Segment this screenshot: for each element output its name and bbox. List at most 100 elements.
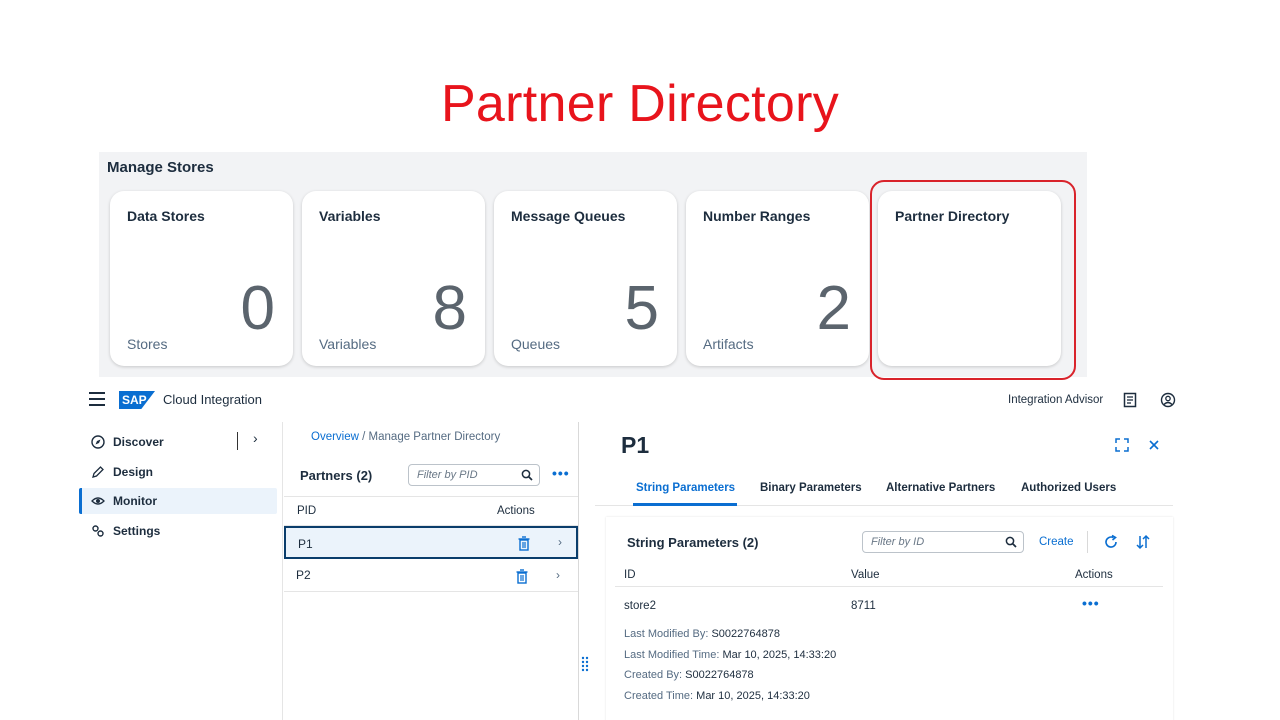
create-button[interactable]: Create [1039, 536, 1074, 548]
filter-pid-placeholder: Filter by PID [417, 469, 478, 481]
nav-label: Design [113, 465, 154, 479]
close-icon[interactable] [1147, 438, 1161, 452]
navigate-chevron-icon[interactable]: › [558, 535, 562, 549]
column-header-actions: Actions [497, 505, 535, 517]
highlight-rectangle [870, 180, 1076, 380]
header-divider [615, 586, 1163, 587]
tab-string-parameters[interactable]: String Parameters [636, 482, 735, 494]
eye-icon [91, 497, 105, 505]
tile-count: 5 [624, 274, 659, 343]
tile-count: 2 [816, 274, 851, 343]
tile-data-stores[interactable]: Data Stores 0 Stores [110, 191, 293, 366]
active-tab-indicator [633, 503, 737, 506]
meta-label: Created By: [624, 669, 683, 681]
tile-unit: Variables [319, 336, 377, 352]
meta-value: Mar 10, 2025, 14:33:20 [696, 690, 810, 702]
parameter-value: 8711 [851, 600, 876, 612]
nav-divider [237, 432, 238, 450]
nav-item-design[interactable]: Design [79, 459, 277, 485]
tile-unit: Queues [511, 336, 561, 352]
partner-row-p1[interactable]: P1 › [284, 526, 578, 559]
compass-icon [91, 435, 105, 449]
tile-unit: Stores [127, 336, 168, 352]
meta-value: S0022764878 [685, 669, 754, 681]
sort-icon[interactable] [1135, 534, 1151, 550]
gears-icon [92, 525, 104, 537]
tile-message-queues[interactable]: Message Queues 5 Queues [494, 191, 677, 366]
tab-bar: String Parameters Binary Parameters Alte… [595, 474, 1173, 506]
nav-label: Settings [113, 524, 161, 538]
filter-id-placeholder: Filter by ID [871, 536, 925, 548]
tab-binary-parameters[interactable]: Binary Parameters [760, 482, 862, 494]
nav-label: Monitor [113, 494, 157, 508]
partners-list-pane: Overview / Manage Partner Directory Part… [284, 422, 579, 720]
breadcrumb: Overview / Manage Partner Directory [311, 431, 500, 443]
column-header-value: Value [851, 569, 880, 581]
search-icon[interactable] [1005, 536, 1017, 548]
partners-title: Partners (2) [300, 468, 373, 483]
tile-title: Variables [319, 208, 381, 224]
row-actions-icon[interactable]: ••• [1082, 595, 1100, 611]
created-by: Created By: S0022764878 [624, 669, 754, 681]
cloud-integration-app: SAP Cloud Integration Integration Adviso… [75, 382, 1176, 720]
tile-title: Data Stores [127, 208, 205, 224]
nav-item-monitor[interactable]: Monitor [79, 488, 277, 514]
menu-icon[interactable] [89, 392, 105, 406]
tile-count: 8 [432, 274, 467, 343]
partner-detail-pane: P1 String Parameters Binary Parameters A… [595, 422, 1175, 720]
string-parameters-title: String Parameters (2) [627, 535, 759, 550]
breadcrumb-overview-link[interactable]: Overview [311, 431, 359, 443]
partner-row-p2[interactable]: P2 › [284, 559, 578, 592]
partner-pid: P1 [298, 537, 313, 551]
tab-authorized-users[interactable]: Authorized Users [1021, 482, 1116, 494]
breadcrumb-current: Manage Partner Directory [368, 431, 501, 443]
tile-variables[interactable]: Variables 8 Variables [302, 191, 485, 366]
tile-number-ranges[interactable]: Number Ranges 2 Artifacts [686, 191, 869, 366]
last-modified-time: Last Modified Time: Mar 10, 2025, 14:33:… [624, 649, 836, 661]
string-parameters-card: String Parameters (2) Filter by ID Creat… [606, 517, 1173, 720]
parameter-id: store2 [624, 600, 656, 612]
breadcrumb-separator: / [362, 431, 366, 443]
manage-stores-heading: Manage Stores [107, 159, 214, 176]
refresh-icon[interactable] [1103, 534, 1119, 550]
list-header: PID Actions [284, 496, 578, 526]
app-name: Cloud Integration [163, 392, 263, 407]
meta-value: Mar 10, 2025, 14:33:20 [722, 649, 837, 661]
partner-pid: P2 [296, 568, 311, 582]
search-icon[interactable] [521, 469, 533, 481]
fullscreen-icon[interactable] [1115, 438, 1129, 452]
delete-icon[interactable] [517, 536, 531, 551]
pencil-icon [92, 466, 104, 478]
meta-value: S0022764878 [711, 628, 780, 640]
filter-id-input[interactable]: Filter by ID [862, 531, 1024, 553]
column-header-id: ID [624, 569, 636, 581]
tile-title: Number Ranges [703, 208, 811, 224]
tile-title: Message Queues [511, 208, 626, 224]
more-options-icon[interactable]: ••• [552, 465, 570, 481]
nav-label: Discover [113, 435, 164, 449]
tile-count: 0 [240, 274, 275, 343]
nav-item-settings[interactable]: Settings [79, 518, 277, 544]
filter-pid-input[interactable]: Filter by PID [408, 464, 540, 486]
user-icon[interactable] [1160, 392, 1176, 408]
meta-label: Created Time: [624, 690, 694, 702]
navigate-chevron-icon[interactable]: › [556, 568, 560, 582]
toolbar-separator [1087, 531, 1088, 553]
column-header-pid: PID [297, 505, 317, 517]
expand-chevron-icon[interactable]: › [253, 430, 258, 446]
tab-alternative-partners[interactable]: Alternative Partners [886, 482, 995, 494]
column-header-actions: Actions [1075, 569, 1113, 581]
side-navigation: Discover › Design Monitor Settings [75, 422, 283, 720]
delete-icon[interactable] [515, 569, 529, 584]
document-icon[interactable] [1122, 392, 1138, 408]
resize-grip-icon[interactable] [581, 656, 589, 672]
sap-logo[interactable]: SAP [119, 391, 155, 409]
created-time: Created Time: Mar 10, 2025, 14:33:20 [624, 690, 810, 702]
shellbar: SAP Cloud Integration Integration Adviso… [75, 382, 1176, 420]
meta-label: Last Modified Time: [624, 649, 720, 661]
nav-item-discover[interactable]: Discover [79, 429, 277, 455]
slide-title: Partner Directory [440, 75, 840, 133]
tile-unit: Artifacts [703, 336, 754, 352]
integration-advisor-link[interactable]: Integration Advisor [1008, 394, 1103, 406]
last-modified-by: Last Modified By: S0022764878 [624, 628, 780, 640]
